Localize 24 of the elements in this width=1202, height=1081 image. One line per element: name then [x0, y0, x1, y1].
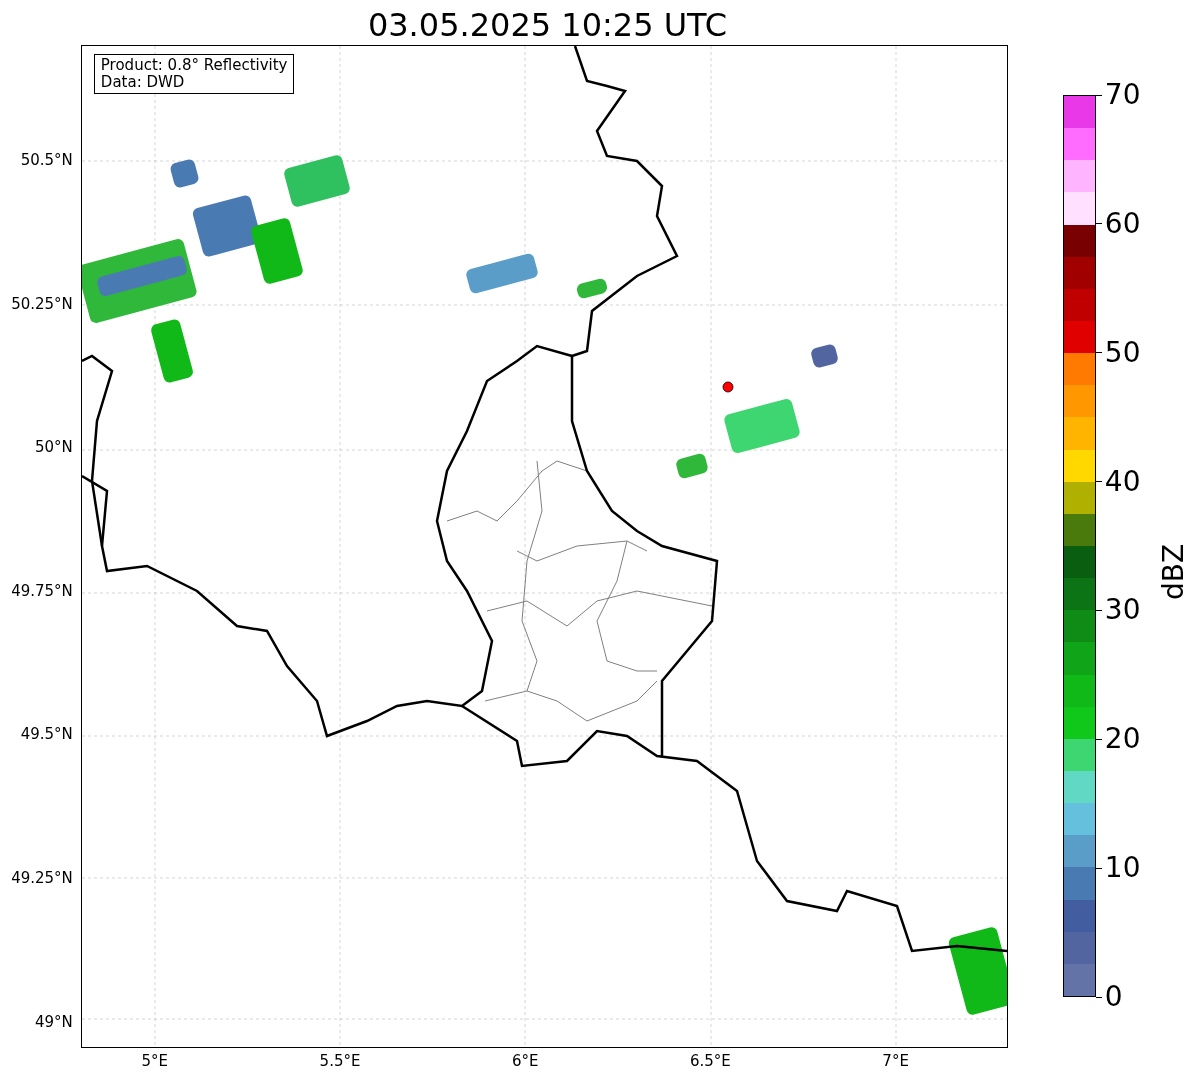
colorbar-label: dBZ: [1157, 543, 1190, 600]
colorbar-tick-label: 30: [1104, 594, 1141, 627]
colorbar-tick-label: 20: [1104, 723, 1141, 756]
colorbar-tick-label: 10: [1104, 852, 1141, 885]
colorbar-tick-label: 40: [1104, 465, 1141, 498]
colorbar-tick-label: 50: [1104, 336, 1141, 369]
longitude-label: 5°E: [141, 1052, 169, 1070]
longitude-label: 7°E: [882, 1052, 909, 1070]
info-text: Data: DWD: [100, 74, 186, 91]
colorbar-tick-label: 60: [1104, 207, 1141, 240]
latitude-label: 49°N: [35, 1012, 73, 1031]
latitude-label: 49.75°N: [11, 581, 73, 600]
latitude-label: 50°N: [35, 438, 73, 457]
latitude-label: 50.25°N: [11, 294, 73, 313]
chart-title: 03.05.2025 10:25 UTC: [367, 5, 728, 45]
longitude-label: 6°E: [511, 1052, 539, 1070]
latitude-label: 50.5°N: [20, 151, 73, 169]
longitude-label: 5.5°E: [319, 1052, 361, 1070]
colorbar-tick-label: 0: [1104, 981, 1123, 1013]
colorbar-tick-label: 70: [1104, 79, 1141, 111]
latitude-label: 49.25°N: [11, 869, 73, 887]
info-text: Product: 0.8° Reflectivity: [100, 57, 288, 74]
latitude-label: 49.5°N: [20, 725, 73, 744]
longitude-label: 6.5°E: [690, 1052, 731, 1070]
